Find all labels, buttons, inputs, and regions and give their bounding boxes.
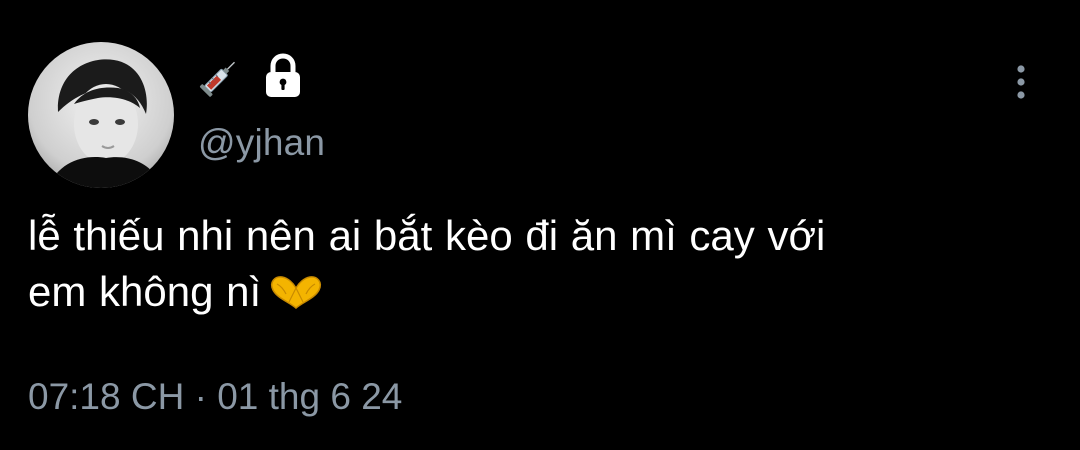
tweet-timestamp[interactable]: 07:18 CH · 01 thg 6 24	[28, 376, 402, 418]
avatar[interactable]	[28, 42, 174, 188]
lock-icon	[262, 53, 304, 99]
display-name	[198, 48, 304, 104]
heart-hands-emoji-icon	[267, 272, 325, 312]
syringe-icon	[198, 54, 242, 98]
user-handle[interactable]: @yjhan	[198, 122, 325, 164]
tweet-card: @yjhan lễ thiếu nhi nên ai bắt kèo đi ăn…	[0, 0, 1080, 450]
tweet-text-line-2: em không nì	[28, 268, 262, 315]
more-vertical-icon	[1015, 64, 1027, 100]
more-options-button[interactable]	[1004, 62, 1038, 102]
tweet-text-line-1: lễ thiếu nhi nên ai bắt kèo đi ăn mì cay…	[28, 212, 826, 259]
tweet-text: lễ thiếu nhi nên ai bắt kèo đi ăn mì cay…	[28, 208, 1058, 320]
